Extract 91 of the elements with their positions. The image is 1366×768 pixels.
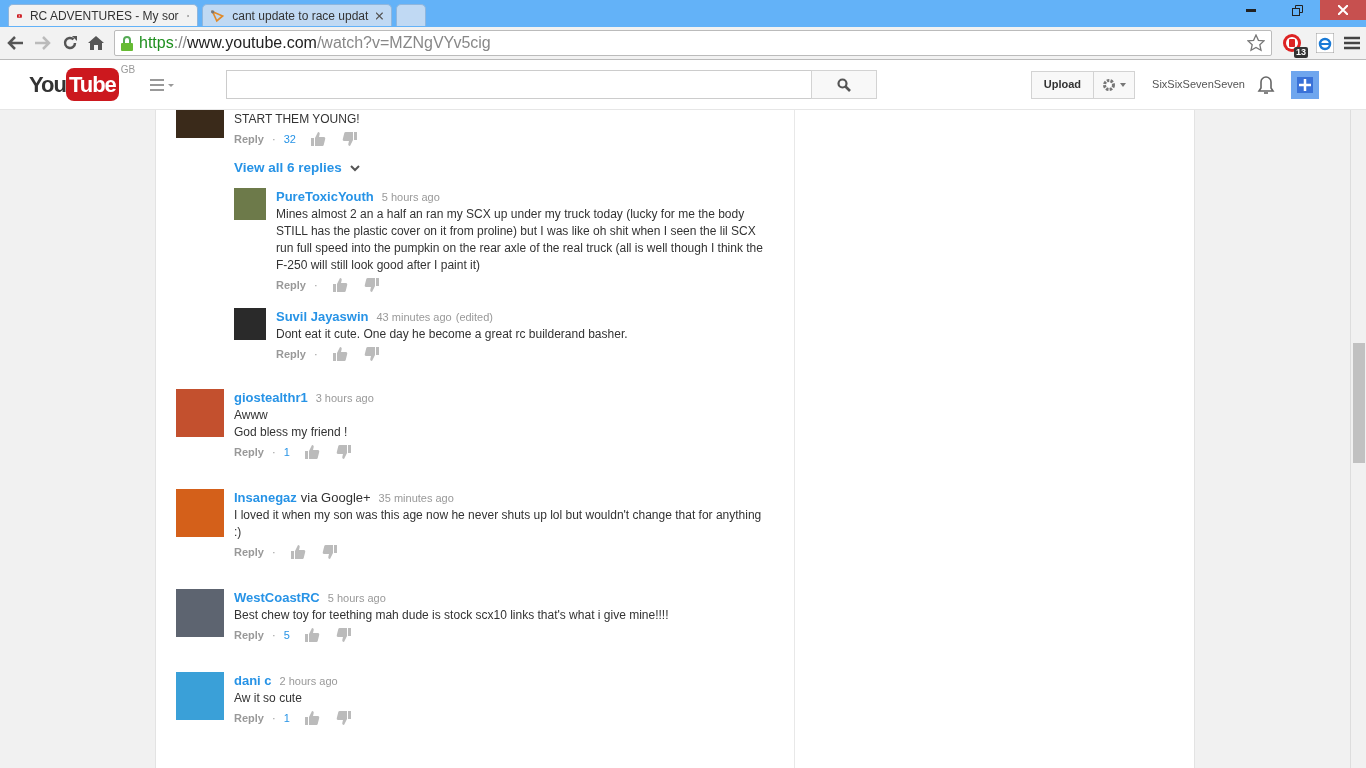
- thumbs-down-icon[interactable]: [363, 277, 380, 294]
- author-name[interactable]: Suvil Jayaswin: [276, 308, 369, 326]
- comment-text: START THEM YOUNG!: [234, 111, 361, 128]
- comment-text: Dont eat it cute. One day he become a great rc builderand basher.: [276, 326, 629, 344]
- separator-dot: ·: [271, 131, 276, 147]
- thumbs-down-icon[interactable]: [335, 710, 352, 727]
- separator-dot: ·: [271, 545, 276, 560]
- comment-text: Awww God bless my friend !: [234, 407, 349, 442]
- thumbs-up-icon[interactable]: [331, 346, 348, 363]
- upload-button[interactable]: Upload: [1030, 70, 1095, 99]
- settings-button[interactable]: [1094, 70, 1136, 99]
- separator-dot: ·: [313, 347, 318, 362]
- thumbs-down-icon[interactable]: [341, 131, 358, 147]
- thumbs-up-icon[interactable]: [309, 131, 326, 147]
- restore-icon[interactable]: [1291, 4, 1303, 16]
- browser-e-icon[interactable]: [1316, 33, 1334, 53]
- thumbs-down-icon[interactable]: [335, 444, 352, 461]
- comment-time[interactable]: 2 hours ago: [279, 673, 338, 691]
- thumbs-up-icon[interactable]: [289, 544, 306, 561]
- star-icon[interactable]: [1247, 34, 1265, 52]
- separator-dot: ·: [271, 445, 276, 460]
- comment-text: Mines almost 2 an a half an ran my SCX up under my truck today (lucky for me the body STILL has the plastic cover on it from proline) but I was like oh shit when I seen the lil SCX run full speed into the pumpkin on the rear axle of the real truck (all is well though I think the F-250 will still look good after I paint it): [276, 206, 764, 275]
- comment-time[interactable]: 35 minutes ago: [378, 490, 454, 508]
- guide-menu-icon[interactable]: [150, 78, 175, 91]
- settings-icon: [1102, 77, 1117, 92]
- reply-link[interactable]: Reply: [234, 444, 264, 461]
- author-name[interactable]: Insanegaz: [234, 489, 297, 507]
- chevron-down-icon: [349, 164, 360, 172]
- thumbs-up-icon[interactable]: [303, 444, 320, 461]
- like-count: 5: [283, 628, 290, 643]
- author-name[interactable]: PureToxicYouth: [276, 188, 374, 206]
- thumbs-up-icon[interactable]: [303, 627, 320, 644]
- minimize-icon[interactable]: [1246, 8, 1256, 12]
- search-field[interactable]: [226, 70, 812, 99]
- count-badge: 13: [1294, 47, 1308, 58]
- comment-time[interactable]: 43 minutes ago: [376, 309, 452, 327]
- author-name[interactable]: WestCoastRC: [234, 589, 320, 607]
- browser-tab[interactable]: cant update to race updat: [202, 4, 392, 26]
- triangle-icon: [211, 8, 225, 23]
- reply-link[interactable]: Reply: [234, 544, 264, 561]
- author-name[interactable]: dani c: [234, 672, 272, 690]
- comment-text: Best chew toy for teething mah dude is stock scx10 links that's what i give mine!!!!: [234, 607, 670, 625]
- search-button[interactable]: [811, 70, 878, 99]
- thumbs-up-icon[interactable]: [303, 710, 320, 727]
- avatar-photo: [176, 389, 224, 438]
- separator-dot: ·: [271, 711, 276, 726]
- separator-dot: ·: [271, 628, 276, 643]
- thumbs-up-icon[interactable]: [331, 277, 348, 294]
- address-bar[interactable]: https://www.youtube.com/watch?v=MZNgVYv5cig: [114, 30, 1272, 56]
- via-label: via Google+: [300, 489, 371, 507]
- back-arrow-icon[interactable]: [6, 35, 24, 51]
- reply-link[interactable]: Reply: [276, 346, 306, 363]
- avatar-photo: [176, 489, 224, 538]
- comment-time[interactable]: 3 hours ago: [315, 390, 374, 408]
- view-replies-link[interactable]: View all 6 replies: [234, 158, 360, 179]
- thumbs-down-icon[interactable]: [335, 627, 352, 644]
- url-text: https://www.youtube.com/watch?v=MZNgVYv5cig: [139, 33, 492, 53]
- edited-label: (edited): [455, 310, 493, 326]
- reply-link[interactable]: Reply: [234, 710, 264, 727]
- comment-text: Aw it so cute: [234, 690, 303, 708]
- author-name[interactable]: giostealthr1: [234, 389, 308, 407]
- forward-arrow-icon[interactable]: [34, 35, 52, 51]
- reload-icon[interactable]: [62, 35, 78, 51]
- thumbs-down-icon[interactable]: [363, 346, 380, 363]
- reply-link[interactable]: Reply: [234, 130, 264, 148]
- avatar-photo: [176, 589, 224, 638]
- avatar-photo: [234, 188, 266, 221]
- like-count: 1: [283, 445, 290, 460]
- home-icon[interactable]: [88, 35, 104, 51]
- comment-time[interactable]: 5 hours ago: [381, 189, 440, 207]
- avatar-photo: [176, 672, 224, 721]
- reply-link[interactable]: Reply: [276, 277, 306, 294]
- reply-link[interactable]: Reply: [234, 627, 264, 644]
- caret-icon: [1120, 82, 1127, 87]
- thumbs-down-icon[interactable]: [321, 544, 338, 561]
- scrollbar-thumb[interactable]: [1352, 343, 1365, 463]
- like-count: 1: [283, 711, 290, 726]
- browser-tab[interactable]: RC ADVENTURES - My sor: [8, 4, 198, 26]
- separator-dot: ·: [313, 278, 318, 293]
- menu-icon[interactable]: [1344, 36, 1360, 50]
- avatar-photo: [234, 308, 266, 341]
- account-avatar-icon[interactable]: [1291, 70, 1319, 99]
- search-icon: [837, 77, 852, 92]
- comment-text: I loved it when my son was this age now he never shuts up lol but wouldn't change that for anything :): [234, 507, 763, 542]
- username[interactable]: SixSixSevenSeven: [1152, 76, 1245, 93]
- bell-icon[interactable]: [1257, 74, 1275, 95]
- comment-time[interactable]: 5 hours ago: [327, 590, 386, 608]
- like-count: 32: [283, 131, 296, 147]
- avatar-photo: [176, 110, 224, 138]
- new-tab-button[interactable]: [396, 4, 426, 26]
- padlock-icon: [121, 35, 133, 51]
